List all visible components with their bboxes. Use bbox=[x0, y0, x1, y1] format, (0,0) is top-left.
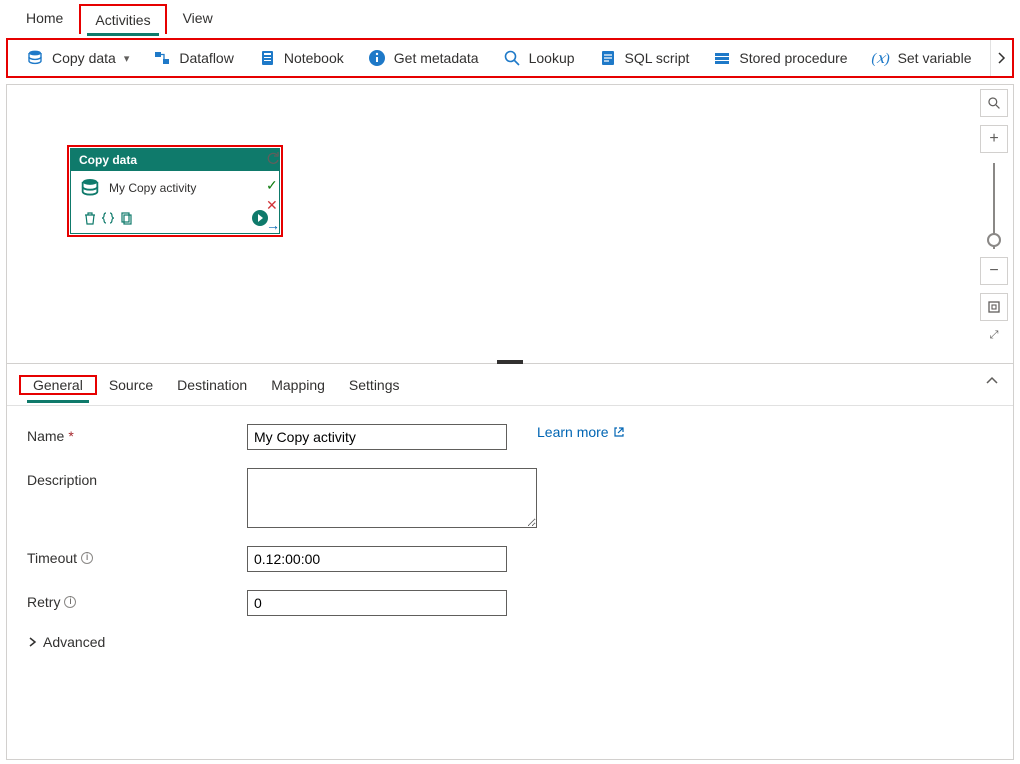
chevron-down-icon: ▾ bbox=[124, 52, 130, 65]
advanced-label: Advanced bbox=[43, 634, 105, 650]
chevron-right-icon bbox=[27, 636, 37, 648]
tab-destination[interactable]: Destination bbox=[165, 367, 259, 403]
tool-stored-procedure[interactable]: Stored procedure bbox=[701, 43, 859, 73]
description-label: Description bbox=[27, 472, 97, 488]
tool-lookup[interactable]: Lookup bbox=[491, 43, 587, 73]
canvas-search-button[interactable] bbox=[980, 89, 1008, 117]
learn-more-label: Learn more bbox=[537, 424, 609, 440]
activity-card-selection: Copy data My Copy activity ✓ ✕ bbox=[67, 145, 283, 237]
stored-procedure-icon bbox=[713, 49, 731, 67]
tab-activities[interactable]: Activities bbox=[79, 4, 166, 34]
tab-general[interactable]: General bbox=[21, 367, 95, 403]
activity-type-label: Copy data bbox=[71, 149, 279, 171]
tab-settings[interactable]: Settings bbox=[337, 367, 412, 403]
tool-sql-script-label: SQL script bbox=[625, 50, 690, 66]
collapse-panel-button[interactable] bbox=[985, 376, 999, 386]
variable-icon: (𝑥) bbox=[872, 49, 890, 67]
refresh-icon[interactable] bbox=[266, 151, 280, 165]
info-icon bbox=[368, 49, 386, 67]
zoom-in-button[interactable]: + bbox=[980, 125, 1008, 153]
tool-stored-procedure-label: Stored procedure bbox=[739, 50, 847, 66]
expand-canvas-button[interactable]: ⤢ bbox=[990, 329, 999, 342]
zoom-slider[interactable] bbox=[993, 163, 995, 249]
tool-sql-script[interactable]: SQL script bbox=[587, 43, 702, 73]
tool-dataflow[interactable]: Dataflow bbox=[141, 43, 245, 73]
name-label: Name bbox=[27, 428, 64, 444]
dataflow-icon bbox=[153, 49, 171, 67]
top-tabs: Home Activities View bbox=[0, 0, 1020, 34]
timeout-label: Timeout bbox=[27, 550, 77, 566]
tool-copy-data[interactable]: Copy data ▾ bbox=[14, 43, 141, 73]
learn-more-link[interactable]: Learn more bbox=[537, 424, 625, 440]
success-handle-icon[interactable]: ✓ bbox=[266, 177, 280, 194]
info-icon[interactable]: i bbox=[81, 552, 93, 564]
copy-icon[interactable] bbox=[117, 209, 135, 227]
tab-home[interactable]: Home bbox=[10, 2, 79, 34]
info-icon[interactable]: i bbox=[64, 596, 76, 608]
name-input[interactable] bbox=[247, 424, 507, 450]
description-input[interactable] bbox=[247, 468, 537, 528]
tool-set-variable-label: Set variable bbox=[898, 50, 972, 66]
tool-notebook[interactable]: Notebook bbox=[246, 43, 356, 73]
pipeline-canvas[interactable]: Copy data My Copy activity ✓ ✕ bbox=[6, 84, 1014, 364]
completion-handle-icon[interactable]: → bbox=[266, 217, 280, 233]
search-icon bbox=[503, 49, 521, 67]
notebook-icon bbox=[258, 49, 276, 67]
tool-get-metadata-label: Get metadata bbox=[394, 50, 479, 66]
zoom-slider-thumb[interactable] bbox=[987, 233, 1001, 247]
tab-view[interactable]: View bbox=[167, 2, 229, 34]
timeout-input[interactable] bbox=[247, 546, 507, 572]
tool-get-metadata[interactable]: Get metadata bbox=[356, 43, 491, 73]
zoom-out-button[interactable]: − bbox=[980, 257, 1008, 285]
fit-to-screen-button[interactable] bbox=[980, 293, 1008, 321]
database-icon bbox=[79, 177, 101, 199]
tab-source[interactable]: Source bbox=[97, 367, 165, 403]
script-icon bbox=[599, 49, 617, 67]
details-panel: General Source Destination Mapping Setti… bbox=[6, 364, 1014, 760]
activity-name-label: My Copy activity bbox=[109, 181, 196, 195]
retry-label: Retry bbox=[27, 594, 60, 610]
fail-handle-icon[interactable]: ✕ bbox=[266, 197, 280, 214]
chevron-right-icon bbox=[996, 51, 1006, 65]
code-braces-icon[interactable] bbox=[99, 209, 117, 227]
tool-dataflow-label: Dataflow bbox=[179, 50, 233, 66]
general-form: Name * Learn more Description Timeout i … bbox=[7, 406, 1013, 668]
activities-toolbar: Copy data ▾ Dataflow Notebook Get metada… bbox=[6, 38, 1014, 78]
tool-notebook-label: Notebook bbox=[284, 50, 344, 66]
tool-set-variable[interactable]: (𝑥) Set variable bbox=[860, 43, 984, 73]
canvas-tools: + − ⤢ bbox=[979, 89, 1009, 342]
tab-mapping[interactable]: Mapping bbox=[259, 367, 337, 403]
tool-lookup-label: Lookup bbox=[529, 50, 575, 66]
detail-tabs: General Source Destination Mapping Setti… bbox=[7, 364, 1013, 406]
advanced-toggle[interactable]: Advanced bbox=[27, 634, 993, 650]
external-link-icon bbox=[613, 426, 625, 438]
tool-copy-data-label: Copy data bbox=[52, 50, 116, 66]
retry-input[interactable] bbox=[247, 590, 507, 616]
toolbar-more-button[interactable] bbox=[990, 40, 1013, 76]
delete-icon[interactable] bbox=[81, 209, 99, 227]
required-indicator: * bbox=[68, 428, 73, 444]
copy-data-activity-card[interactable]: Copy data My Copy activity ✓ ✕ bbox=[70, 148, 280, 234]
database-icon bbox=[26, 49, 44, 67]
